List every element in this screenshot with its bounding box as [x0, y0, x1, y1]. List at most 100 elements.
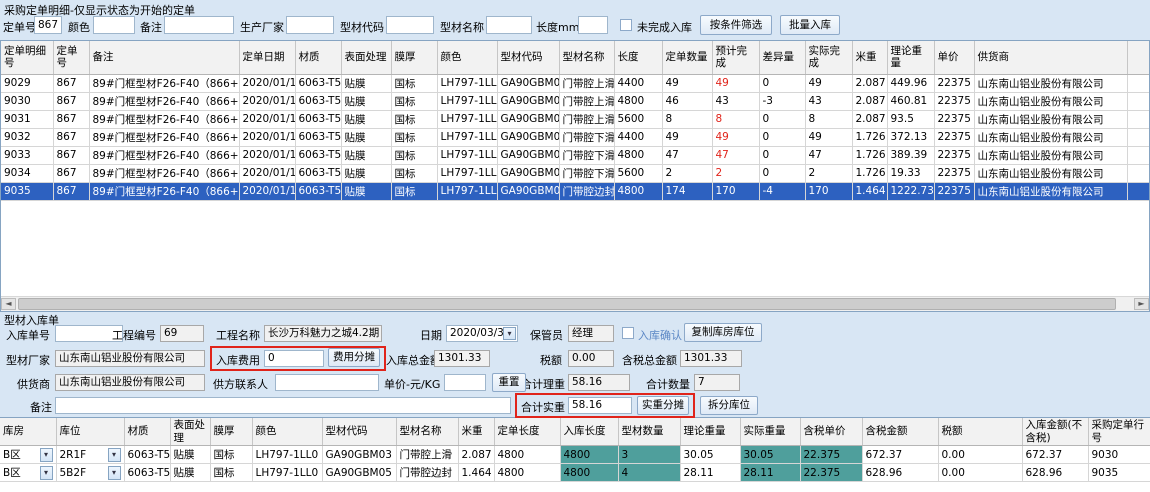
grid-cell[interactable]: 93.5: [887, 110, 934, 128]
grid-cell[interactable]: 4400: [614, 128, 662, 146]
table-row[interactable]: 903086789#门框型材F26-F40（866+867）2020/01/13…: [1, 92, 1150, 110]
grid-cell[interactable]: 628.96: [1022, 464, 1088, 482]
profile-name-filter-input[interactable]: [486, 16, 532, 34]
project-no-input[interactable]: 69: [160, 325, 204, 342]
grid-cell[interactable]: 4800: [494, 446, 560, 464]
grid-cell[interactable]: 0: [759, 146, 805, 164]
grid-cell[interactable]: 47: [805, 146, 852, 164]
grid-cell[interactable]: 170: [805, 182, 852, 200]
grid-cell[interactable]: 6063-T5: [295, 92, 341, 110]
grid-cell[interactable]: 89#门框型材F26-F40（866+867）: [89, 146, 239, 164]
grid-cell[interactable]: 山东南山铝业股份有限公司: [974, 182, 1127, 200]
remark-filter-input[interactable]: [164, 16, 234, 34]
grid-cell[interactable]: 672.37: [862, 446, 938, 464]
grid-cell[interactable]: GA90GBM03: [497, 92, 559, 110]
grid-cell[interactable]: 5600: [614, 164, 662, 182]
grid-cell[interactable]: 2020/01/13: [239, 110, 295, 128]
grid-cell[interactable]: LH797-1LL0: [437, 146, 497, 164]
grid-cell[interactable]: LH797-1LL0: [437, 164, 497, 182]
grid-cell[interactable]: 山东南山铝业股份有限公司: [974, 74, 1127, 92]
grid-cell[interactable]: 2020/01/13: [239, 74, 295, 92]
grid-cell[interactable]: 4800: [614, 182, 662, 200]
grid-cell[interactable]: 2020/01/13: [239, 164, 295, 182]
grid-cell[interactable]: 贴膜: [341, 74, 391, 92]
table-row[interactable]: B区▾2R1F▾6063-T5贴膜国标LH797-1LL0GA90GBM03门带…: [0, 446, 1150, 464]
grid-cell[interactable]: 89#门框型材F26-F40（866+867）: [89, 74, 239, 92]
order-no-filter-input[interactable]: 867: [34, 16, 62, 34]
table-row[interactable]: 903486789#门框型材F26-F40（866+867）2020/01/13…: [1, 164, 1150, 182]
grid-cell[interactable]: 国标: [391, 128, 437, 146]
actual-weight-allocate-button[interactable]: 实重分摊: [637, 396, 689, 415]
grid-cell[interactable]: 国标: [391, 92, 437, 110]
grid-cell[interactable]: 国标: [210, 464, 252, 482]
tax-input[interactable]: 0.00: [568, 350, 614, 367]
grid-cell[interactable]: 22375: [934, 74, 974, 92]
grid-cell[interactable]: 门带腔上滑: [559, 74, 614, 92]
grid-cell[interactable]: 460.81: [887, 92, 934, 110]
grid-cell[interactable]: 19.33: [887, 164, 934, 182]
grid-cell[interactable]: 6063-T5: [124, 464, 170, 482]
supplier-input[interactable]: 山东南山铝业股份有限公司: [55, 374, 205, 391]
grid-cell[interactable]: 22.375: [800, 464, 862, 482]
total-actual-input[interactable]: 58.16: [568, 397, 632, 414]
grid-cell[interactable]: 22.375: [800, 446, 862, 464]
inbound-total-input[interactable]: 1301.33: [434, 350, 490, 367]
grid-cell[interactable]: 89#门框型材F26-F40（866+867）: [89, 164, 239, 182]
grid-cell[interactable]: 6063-T5: [295, 110, 341, 128]
grid-cell[interactable]: 5600: [614, 110, 662, 128]
grid-cell[interactable]: 1.726: [852, 146, 887, 164]
grid-cell[interactable]: 0.00: [938, 464, 1022, 482]
grid-cell[interactable]: 国标: [391, 146, 437, 164]
grid-cell[interactable]: 1.464: [852, 182, 887, 200]
grid-cell[interactable]: 672.37: [1022, 446, 1088, 464]
grid-cell[interactable]: 门带腔边封: [559, 182, 614, 200]
grid-cell[interactable]: 贴膜: [341, 110, 391, 128]
grid-cell[interactable]: 6063-T5: [295, 164, 341, 182]
grid-cell[interactable]: 贴膜: [170, 446, 210, 464]
grid-cell[interactable]: 49: [662, 128, 712, 146]
grid-cell[interactable]: GA90GBM04: [497, 128, 559, 146]
grid-cell[interactable]: 28.11: [680, 464, 740, 482]
grid-cell[interactable]: 8: [662, 110, 712, 128]
grid-cell[interactable]: 30.05: [680, 446, 740, 464]
grid-cell[interactable]: LH797-1LL0: [437, 128, 497, 146]
grid-cell[interactable]: 30.05: [740, 446, 800, 464]
grid-cell[interactable]: 国标: [210, 446, 252, 464]
grid-cell[interactable]: -4: [759, 182, 805, 200]
grid-cell[interactable]: 贴膜: [341, 146, 391, 164]
grid-cell[interactable]: 贴膜: [341, 164, 391, 182]
grid-cell[interactable]: LH797-1LL0: [252, 446, 322, 464]
grid-cell[interactable]: 门带腔下滑: [559, 146, 614, 164]
grid-cell[interactable]: 867: [53, 164, 89, 182]
grid-cell[interactable]: 49: [805, 74, 852, 92]
grid-cell[interactable]: LH797-1LL0: [437, 110, 497, 128]
split-location-button[interactable]: 拆分库位: [700, 396, 758, 415]
grid-cell[interactable]: 89#门框型材F26-F40（866+867）: [89, 182, 239, 200]
unit-price-input[interactable]: [444, 374, 486, 391]
grid-cell[interactable]: 2.087: [458, 446, 494, 464]
remark-input[interactable]: [55, 397, 511, 414]
grid-cell[interactable]: 5B2F▾: [56, 464, 124, 482]
unfinished-checkbox[interactable]: [620, 19, 632, 31]
grid-cell[interactable]: 9032: [1, 128, 53, 146]
chevron-down-icon[interactable]: ▾: [503, 327, 516, 340]
grid-cell[interactable]: 门带腔边封: [396, 464, 458, 482]
grid-cell[interactable]: LH797-1LL0: [437, 74, 497, 92]
length-filter-input[interactable]: [578, 16, 608, 34]
grid-cell[interactable]: 49: [712, 128, 759, 146]
grid-cell[interactable]: 6063-T5: [295, 74, 341, 92]
grid-cell[interactable]: 0: [759, 74, 805, 92]
grid-cell[interactable]: [1127, 92, 1150, 110]
grid-cell[interactable]: 9029: [1, 74, 53, 92]
grid-cell[interactable]: 49: [712, 74, 759, 92]
grid-cell[interactable]: 2: [712, 164, 759, 182]
grid-cell[interactable]: 449.96: [887, 74, 934, 92]
keeper-input[interactable]: 经理: [568, 325, 614, 342]
grid-cell[interactable]: 1222.73: [887, 182, 934, 200]
grid-cell[interactable]: 49: [662, 74, 712, 92]
tax-total-input[interactable]: 1301.33: [680, 350, 742, 367]
inbound-confirm-checkbox[interactable]: [622, 327, 634, 339]
grid-cell[interactable]: 0: [759, 164, 805, 182]
grid-cell[interactable]: 2: [805, 164, 852, 182]
grid-cell[interactable]: 9031: [1, 110, 53, 128]
